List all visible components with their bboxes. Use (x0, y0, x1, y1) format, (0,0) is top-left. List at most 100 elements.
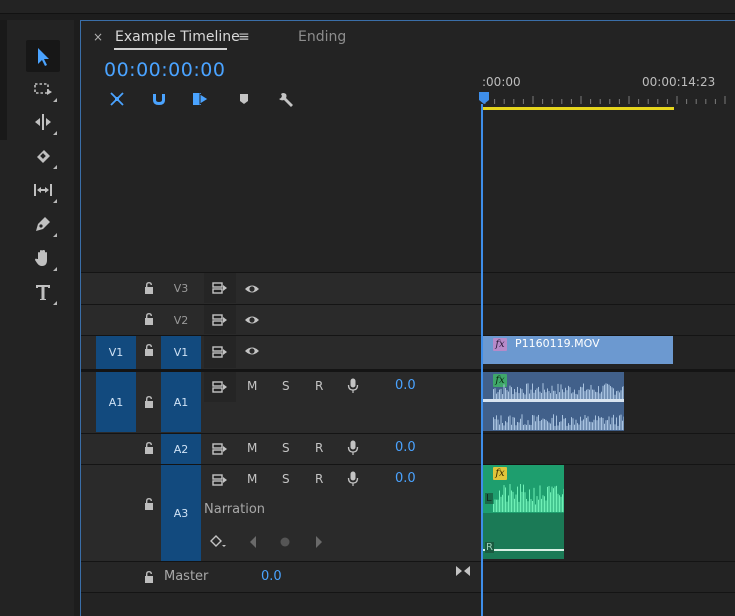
mic-icon[interactable] (347, 471, 359, 487)
lock-icon[interactable] (142, 343, 156, 357)
track-target-v2[interactable]: V2 (161, 305, 201, 335)
track-target-a2[interactable]: A2 (161, 434, 201, 464)
volume-a1[interactable]: 0.0 (395, 378, 416, 393)
left-panel-edge (0, 20, 7, 140)
track-select-tool[interactable] (26, 73, 60, 105)
selection-tool[interactable] (26, 40, 60, 72)
sync-lock-icon (212, 282, 227, 294)
volume-a3[interactable]: 0.0 (395, 471, 416, 486)
previous-keyframe-icon[interactable] (248, 535, 258, 549)
work-area-bar[interactable] (483, 107, 674, 110)
eye-icon (245, 347, 259, 355)
type-icon (36, 285, 50, 300)
add-marker-button[interactable] (233, 88, 255, 110)
timeline-bottom-area (81, 592, 735, 616)
master-track-label: Master (164, 569, 209, 584)
lock-icon[interactable] (142, 570, 156, 584)
active-tab-underline (114, 48, 227, 50)
playhead-line[interactable] (481, 104, 483, 616)
sync-lock-toggle[interactable] (204, 305, 236, 334)
video-clip[interactable]: fx P1160119.MOV (483, 336, 673, 364)
panel-menu-icon[interactable]: ≡ (238, 29, 250, 45)
time-ruler[interactable] (482, 96, 735, 104)
audio-waveform (483, 484, 564, 559)
lock-icon[interactable] (142, 312, 156, 326)
snap-icon (153, 94, 165, 105)
sync-lock-toggle[interactable] (204, 465, 236, 494)
mic-icon[interactable] (347, 378, 359, 394)
volume-master[interactable]: 0.0 (261, 569, 282, 584)
tab-example-timeline[interactable]: Example Timeline (115, 29, 240, 45)
sync-lock-toggle[interactable] (204, 434, 236, 463)
playhead-handle[interactable] (479, 92, 489, 104)
tab-close-icon[interactable]: × (93, 30, 103, 44)
channel-left-label: L (485, 493, 493, 504)
linked-selection-toggle[interactable] (190, 88, 212, 110)
channel-right-label: R (485, 542, 494, 553)
record-a1-button[interactable]: R (315, 379, 323, 393)
hand-tool[interactable] (26, 242, 60, 274)
audio-clip-a3[interactable]: fx L R (483, 465, 564, 559)
audio-clip-a1[interactable]: fx (483, 372, 624, 431)
arrow-icon (38, 48, 49, 66)
toggle-track-output[interactable] (243, 312, 261, 328)
slip-icon (34, 184, 52, 196)
toggle-track-output[interactable] (243, 281, 261, 297)
pen-icon (36, 217, 50, 231)
sync-lock-toggle[interactable] (204, 336, 236, 368)
tab-ending[interactable]: Ending (298, 29, 346, 45)
sync-lock-toggle[interactable] (204, 273, 236, 303)
track-name-a3[interactable]: Narration (204, 502, 265, 517)
track-target-a3[interactable]: A3 (161, 465, 201, 561)
fx-badge: fx (493, 338, 507, 351)
record-a2-button[interactable]: R (315, 441, 323, 455)
volume-a2[interactable]: 0.0 (395, 440, 416, 455)
solo-a3-button[interactable]: S (282, 472, 290, 486)
linked-selection-icon (193, 93, 209, 105)
marker-icon (240, 94, 248, 104)
track-target-v1[interactable]: V1 (161, 336, 201, 369)
keyframe-toggle-icon[interactable] (279, 536, 291, 548)
solo-a1-button[interactable]: S (282, 379, 290, 393)
toggle-track-output[interactable] (243, 343, 261, 359)
playhead-timecode[interactable]: 00:00:00:00 (104, 59, 225, 81)
source-patch-v1[interactable]: V1 (96, 336, 136, 369)
add-keyframe-icon[interactable] (209, 534, 227, 550)
track-target-a1[interactable]: A1 (161, 372, 201, 432)
ruler-end-time: 00:00:14:23 (642, 75, 716, 89)
razor-tool[interactable] (26, 140, 60, 172)
mic-icon[interactable] (347, 440, 359, 456)
nest-toggle[interactable] (106, 88, 128, 110)
timeline-settings-button[interactable] (275, 88, 297, 110)
ruler-start-time: :00:00 (482, 75, 521, 89)
track-target-v3[interactable]: V3 (161, 273, 201, 304)
lock-icon[interactable] (142, 441, 156, 455)
hand-icon (35, 250, 47, 266)
ripple-edit-tool[interactable] (26, 106, 60, 138)
solo-a2-button[interactable]: S (282, 441, 290, 455)
wrench-icon (279, 93, 293, 107)
sync-lock-icon (212, 473, 227, 486)
go-to-end-icon[interactable] (455, 564, 471, 578)
track-select-icon (34, 83, 52, 95)
sync-lock-icon (212, 346, 227, 358)
eye-icon (245, 285, 259, 293)
next-keyframe-icon[interactable] (314, 535, 324, 549)
type-tool[interactable] (26, 276, 60, 308)
mute-a1-button[interactable]: M (247, 379, 257, 393)
eye-icon (245, 316, 259, 324)
lock-icon[interactable] (142, 395, 156, 409)
mute-a3-button[interactable]: M (247, 472, 257, 486)
snap-toggle[interactable] (148, 88, 170, 110)
source-patch-a1[interactable]: A1 (96, 372, 136, 432)
lock-icon[interactable] (142, 497, 156, 511)
sync-lock-toggle[interactable] (204, 372, 236, 402)
mute-a2-button[interactable]: M (247, 441, 257, 455)
slip-tool[interactable] (26, 174, 60, 206)
record-a3-button[interactable]: R (315, 472, 323, 486)
sync-lock-icon (212, 442, 227, 455)
razor-icon (37, 150, 50, 163)
pen-tool[interactable] (26, 208, 60, 240)
top-strip (0, 0, 735, 14)
lock-icon[interactable] (142, 281, 156, 295)
